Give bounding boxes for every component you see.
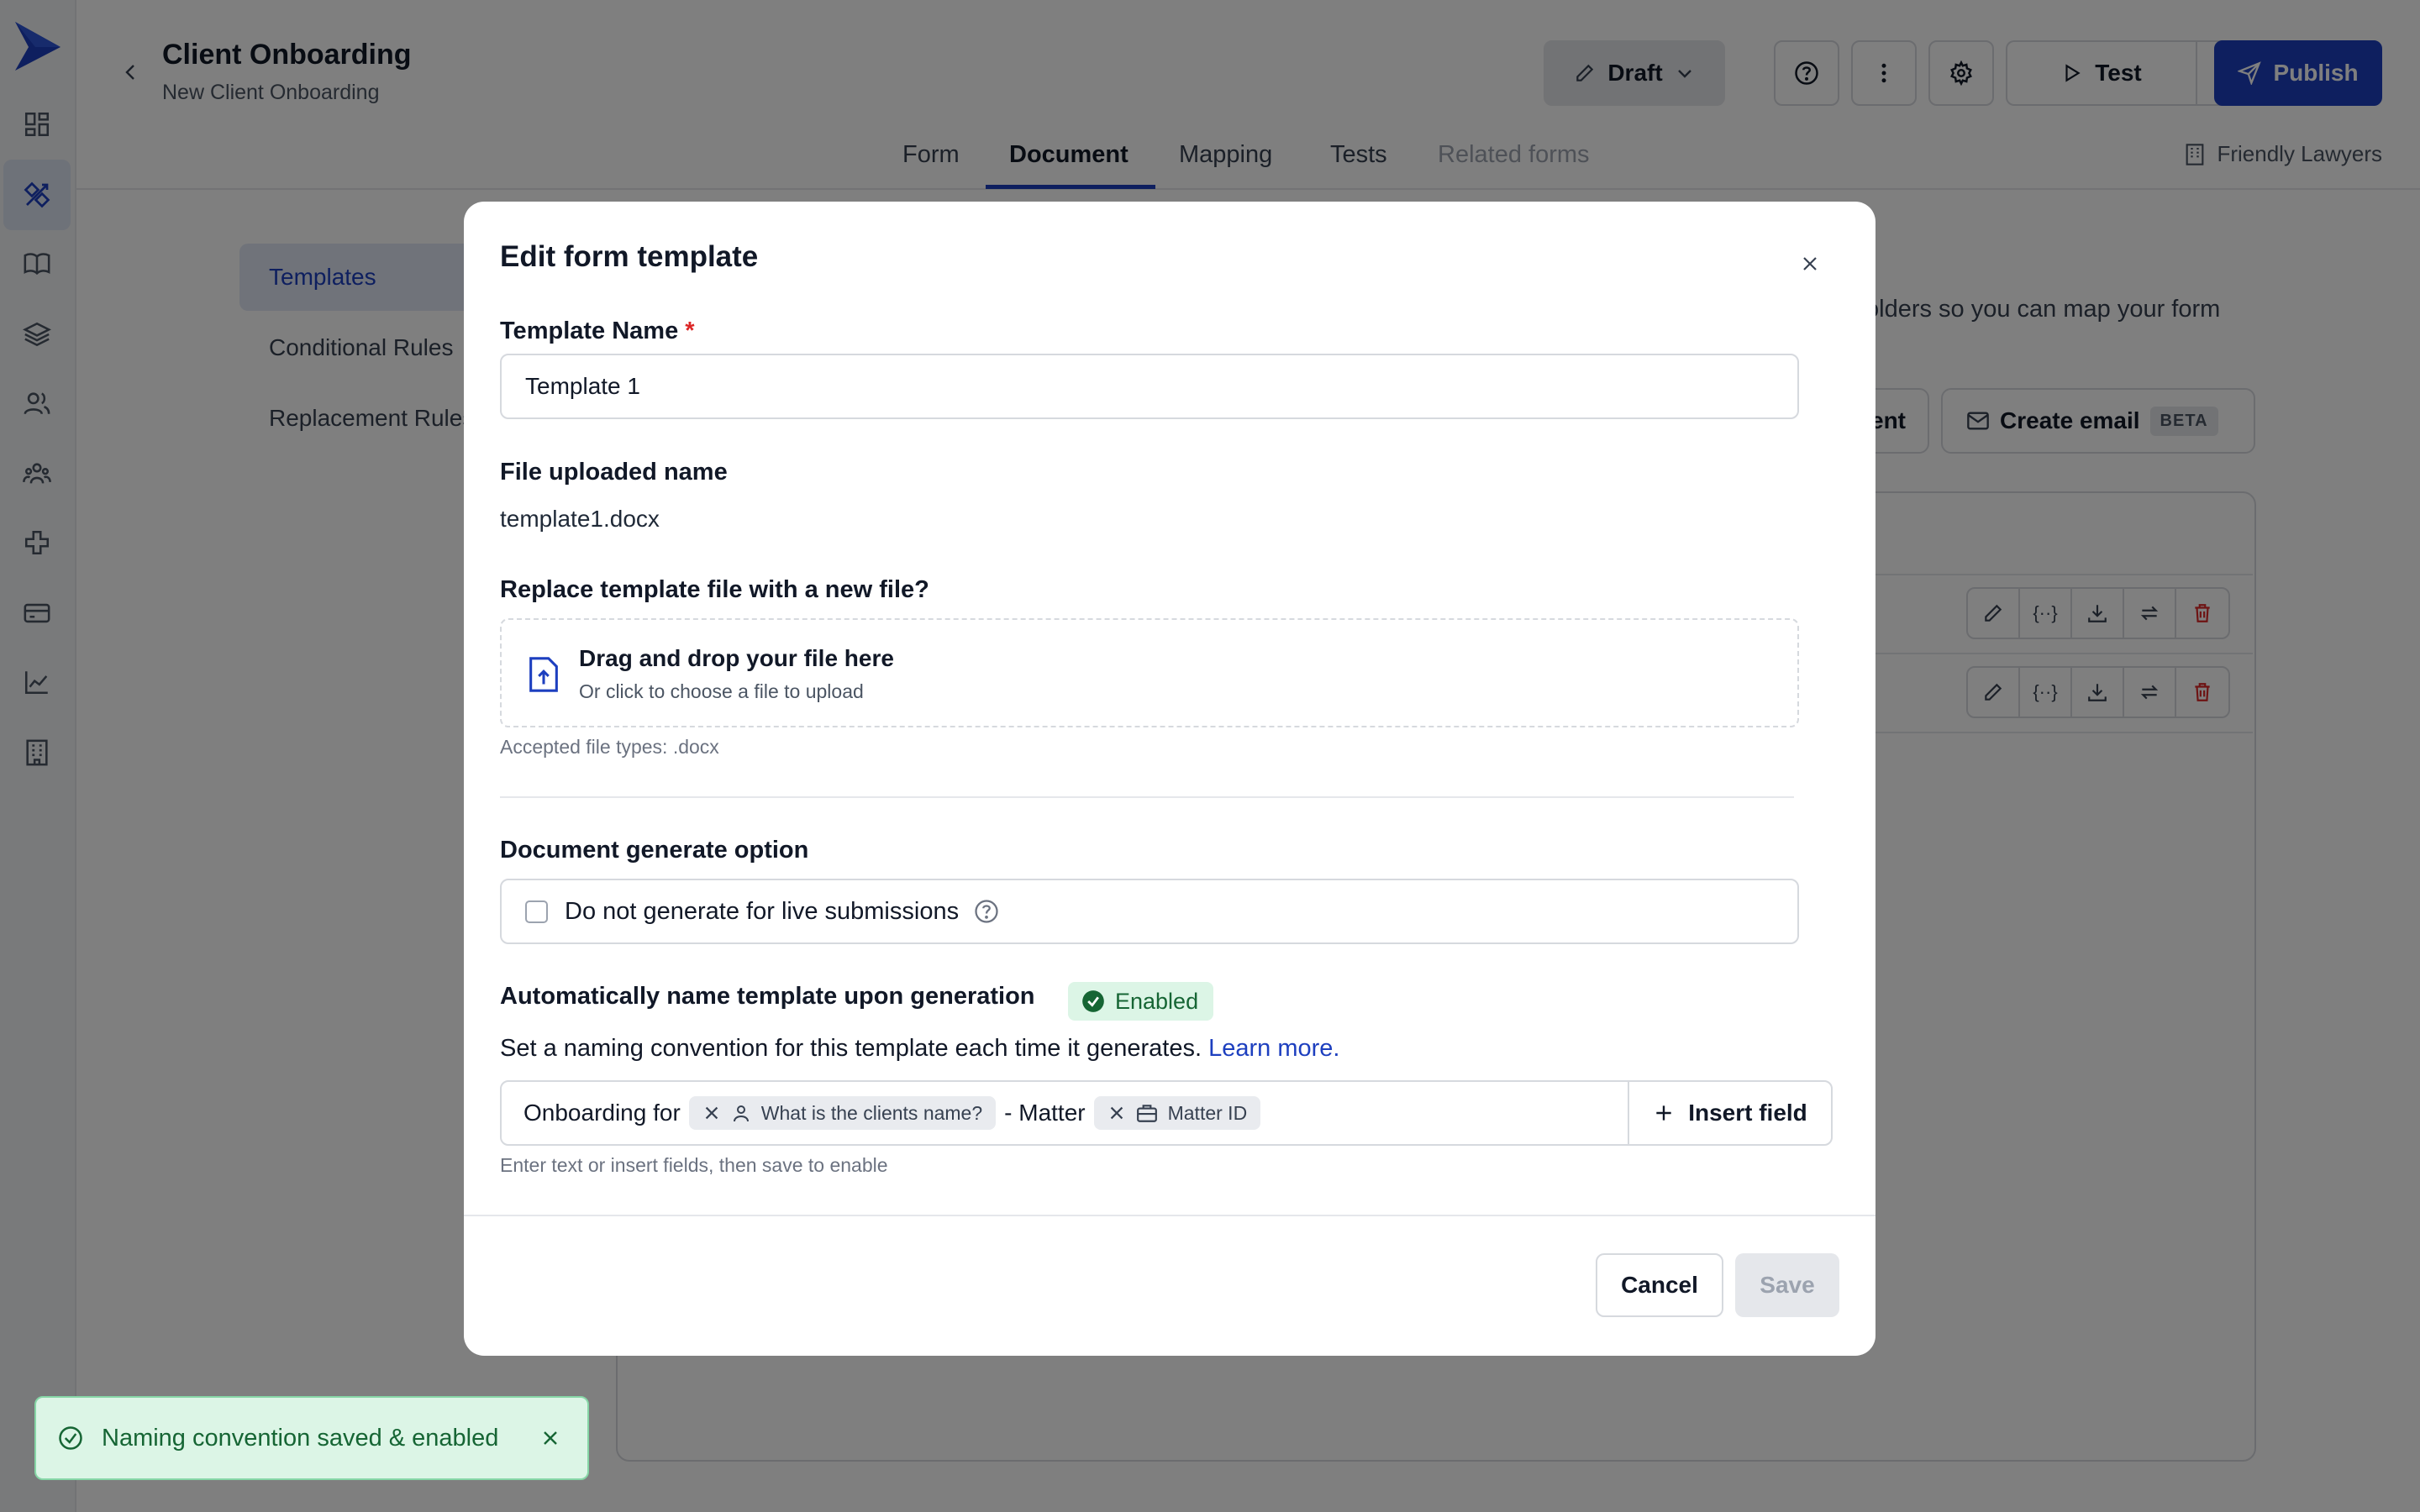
person-icon [733,1105,749,1122]
accepted-types-hint: Accepted file types: .docx [500,736,719,758]
check-circle-icon [1082,990,1104,1012]
naming-convention-input[interactable]: Onboarding for What is the clients name?… [500,1080,1833,1146]
modal-title: Edit form template [500,240,759,273]
generate-option-box: Do not generate for live submissions [500,879,1799,944]
template-name-label-text: Template Name [500,318,679,344]
remove-x-icon[interactable] [1107,1104,1126,1122]
plus-icon [1656,1105,1671,1121]
naming-hint: Enter text or insert fields, then save t… [500,1154,888,1176]
naming-text-segment: Onboarding for [523,1100,681,1126]
file-uploaded-label: File uploaded name [500,459,728,486]
naming-description-text: Set a naming convention for this templat… [500,1035,1202,1062]
field-chip[interactable]: Matter ID [1093,1096,1261,1130]
help-icon[interactable] [974,899,999,924]
modal-footer-divider [464,1215,1876,1216]
check-circle-icon [59,1426,82,1450]
dropzone-subtitle: Or click to choose a file to upload [579,680,864,702]
enabled-status-badge: Enabled [1068,982,1214,1021]
cancel-button[interactable]: Cancel [1596,1253,1723,1317]
file-uploaded-name: template1.docx [500,506,660,532]
field-chip-label: What is the clients name? [760,1101,983,1124]
field-chip[interactable]: What is the clients name? [688,1096,997,1130]
replace-file-label: Replace template file with a new file? [500,576,929,603]
naming-text-segment: - Matter [1004,1100,1086,1126]
template-name-input[interactable] [502,355,1797,417]
save-button[interactable]: Save [1735,1253,1839,1317]
enabled-label: Enabled [1115,988,1199,1014]
learn-more-link[interactable]: Learn more. [1208,1035,1339,1062]
section-divider [500,796,1794,798]
template-name-field[interactable] [500,354,1799,419]
toast-message: Naming convention saved & enabled [102,1424,499,1452]
auto-name-label: Automatically name template upon generat… [500,983,1035,1010]
required-marker: * [685,318,695,344]
briefcase-icon [1136,1105,1157,1122]
checkbox-label[interactable]: Do not generate for live submissions [565,898,959,926]
field-chip-label: Matter ID [1167,1101,1248,1124]
success-toast: Naming convention saved & enabled [34,1396,589,1480]
naming-tokens: Onboarding for What is the clients name?… [523,1082,1261,1144]
file-upload-icon [527,655,560,694]
edit-template-modal: Edit form template Template Name * File … [464,202,1876,1356]
template-name-label: Template Name * [500,318,695,345]
insert-field-label: Insert field [1688,1100,1807,1126]
toast-close-icon[interactable] [535,1423,566,1453]
close-icon[interactable] [1791,245,1828,282]
dropzone-title: Drag and drop your file here [579,645,894,671]
no-live-generation-checkbox[interactable] [525,900,548,923]
naming-description: Set a naming convention for this templat… [500,1035,1339,1063]
generate-option-label: Document generate option [500,837,809,864]
remove-x-icon[interactable] [702,1104,721,1122]
insert-field-button[interactable]: Insert field [1628,1082,1831,1144]
file-dropzone[interactable]: Drag and drop your file here Or click to… [500,618,1799,727]
